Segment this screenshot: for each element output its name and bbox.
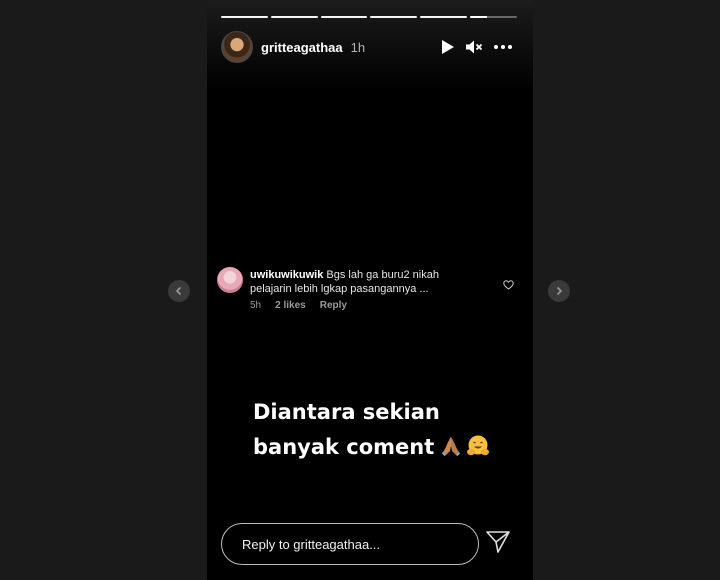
story-controls	[441, 39, 513, 55]
story-viewer[interactable]: gritteagathaa 1h uwikuwikuwik Bgs lah ga…	[207, 0, 533, 580]
reply-input[interactable]: Reply to gritteagathaa...	[221, 523, 479, 565]
story-progress-segment	[470, 16, 517, 18]
story-progress-fill	[470, 16, 487, 18]
folded-hands-emoji-icon	[440, 433, 462, 468]
comment-reply-label: Reply	[319, 300, 347, 311]
story-progress-segment	[370, 16, 418, 18]
story-username[interactable]: gritteagathaa	[261, 40, 343, 55]
story-progress-bar	[221, 16, 517, 18]
comment-body: uwikuwikuwik Bgs lah ga buru2 nikah pela…	[250, 268, 480, 296]
story-header: gritteagathaa 1h	[221, 31, 513, 63]
story-progress-segment	[320, 16, 368, 18]
comment-avatar	[217, 267, 243, 293]
story-progress-segment	[420, 16, 468, 18]
story-time: 1h	[350, 39, 366, 55]
send-icon[interactable]	[485, 530, 511, 559]
caption-line-1: Diantara sekian	[253, 400, 440, 424]
hugging-face-emoji-icon	[466, 433, 490, 468]
play-icon[interactable]	[441, 39, 455, 55]
caption-line-2: banyak coment	[253, 435, 435, 459]
next-story-button[interactable]	[548, 280, 570, 302]
comment-username: uwikuwikuwik	[250, 269, 324, 281]
heart-icon	[503, 277, 514, 295]
caption-line-2-wrapper: banyak coment	[253, 430, 523, 468]
comment-meta: 5h 2 likes Reply	[250, 300, 347, 311]
story-progress-segment	[270, 16, 318, 18]
reply-placeholder: Reply to gritteagathaa...	[242, 536, 381, 552]
comment-age: 5h	[250, 300, 262, 311]
previous-story-button[interactable]	[168, 280, 190, 302]
avatar[interactable]	[221, 31, 253, 63]
story-progress-segment	[221, 16, 268, 18]
chevron-right-icon	[556, 286, 563, 296]
more-icon[interactable]	[493, 44, 513, 50]
mute-icon[interactable]	[465, 39, 483, 55]
comment-likes: 2 likes	[275, 300, 306, 311]
chevron-left-icon	[175, 286, 182, 296]
story-caption: Diantara sekian banyak coment	[253, 395, 523, 468]
